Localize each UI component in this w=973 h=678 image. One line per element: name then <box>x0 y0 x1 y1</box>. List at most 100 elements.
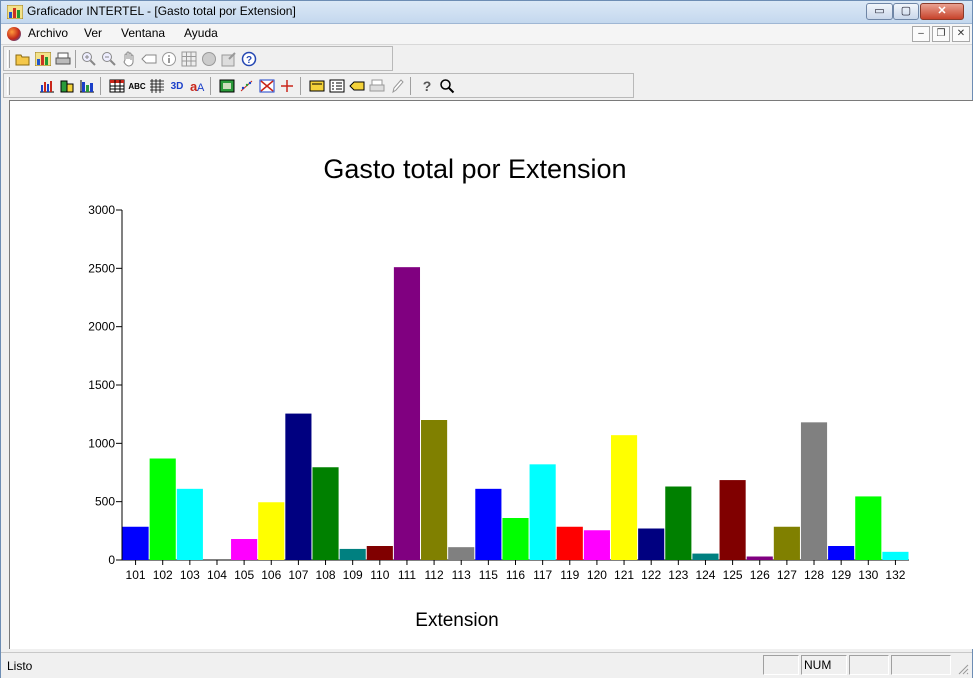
status-panel-scrl <box>849 655 889 675</box>
bar <box>176 488 203 560</box>
font-icon[interactable]: aA <box>188 77 206 95</box>
title-icon[interactable] <box>308 77 326 95</box>
scatter-icon[interactable] <box>238 77 256 95</box>
title-bar[interactable]: Graficador INTERTEL - [Gasto total por E… <box>1 1 972 24</box>
x-tick-label: 115 <box>479 568 498 582</box>
view-3d-icon[interactable]: 3D <box>168 77 186 95</box>
properties-icon[interactable] <box>220 50 238 68</box>
text-abc-icon[interactable]: ABC <box>128 77 146 95</box>
close-icon: ✕ <box>937 5 947 17</box>
bar <box>339 548 366 560</box>
x-tick-label: 121 <box>614 568 634 582</box>
y-tick-label: 3000 <box>88 203 115 217</box>
bar <box>285 413 312 560</box>
x-tick-label: 109 <box>343 568 363 582</box>
y-tick-label: 1500 <box>88 378 115 392</box>
gallery-icon[interactable] <box>34 50 52 68</box>
bar <box>773 526 800 560</box>
toolbar-separator <box>75 50 76 68</box>
color-icon[interactable] <box>200 50 218 68</box>
print-icon[interactable] <box>54 50 72 68</box>
maximize-icon: ▢ <box>900 5 912 17</box>
maximize-button[interactable]: ▢ <box>893 3 919 20</box>
bar <box>122 526 149 560</box>
crosshair-icon[interactable] <box>278 77 296 95</box>
bar-chart: Gasto total por Extension 0 500 1000 1500 200… <box>88 154 909 631</box>
bar <box>800 422 828 560</box>
grid-icon[interactable] <box>180 50 198 68</box>
mdi-close-button[interactable]: ✕ <box>952 26 970 42</box>
chart-area[interactable]: Gasto total por Extension 0 500 1000 1500 200… <box>9 100 973 649</box>
zoom-area-icon[interactable] <box>258 77 276 95</box>
y-tick-label: 2000 <box>88 320 115 334</box>
data-grid-icon[interactable] <box>108 77 126 95</box>
question-icon[interactable]: ? <box>418 77 436 95</box>
x-tick-label: 122 <box>641 568 661 582</box>
pan-hand-icon[interactable] <box>120 50 138 68</box>
mdi-restore-button[interactable]: ❐ <box>932 26 950 42</box>
pattern-icon[interactable] <box>218 77 236 95</box>
main-toolbar: ? <box>3 46 393 71</box>
open-icon[interactable] <box>14 50 32 68</box>
help-circle-icon[interactable]: ? <box>240 50 258 68</box>
toolbar-grip[interactable] <box>7 77 10 95</box>
bar <box>393 267 421 560</box>
app-chart-icon <box>7 5 23 19</box>
bar <box>448 547 475 560</box>
bar <box>638 528 665 560</box>
status-text: Listo <box>7 659 33 673</box>
bar <box>475 488 502 560</box>
document-icon[interactable] <box>7 27 21 41</box>
pen-icon[interactable] <box>388 77 406 95</box>
bar <box>149 458 176 560</box>
status-bar: Listo NUM <box>1 652 972 678</box>
toolbar-grip[interactable] <box>7 50 10 68</box>
close-button[interactable]: ✕ <box>920 3 964 20</box>
window-title: Graficador INTERTEL - [Gasto total por E… <box>27 4 296 18</box>
x-tick-label: 110 <box>370 568 389 582</box>
status-panel-caps <box>763 655 799 675</box>
x-tick-label: 119 <box>560 568 579 582</box>
app-window: Graficador INTERTEL - [Gasto total por E… <box>0 0 973 678</box>
menu-ayuda[interactable]: Ayuda <box>184 26 218 40</box>
toolbar-separator <box>410 77 411 95</box>
bar <box>882 551 909 560</box>
menu-bar: Archivo Ver Ventana Ayuda – ❐ ✕ <box>1 24 972 45</box>
legend-icon[interactable] <box>328 77 346 95</box>
bar <box>366 546 393 560</box>
x-tick-label: 132 <box>885 568 905 582</box>
tag-icon[interactable] <box>348 77 366 95</box>
label-icon[interactable] <box>140 50 158 68</box>
zoom-in-icon[interactable] <box>80 50 98 68</box>
minimize-button[interactable]: ▭ <box>866 3 893 20</box>
x-tick-label: 125 <box>723 568 743 582</box>
x-tick-label: 116 <box>506 568 525 582</box>
bar-3d-icon[interactable] <box>58 77 76 95</box>
bar <box>231 539 258 560</box>
x-tick-label: 123 <box>668 568 688 582</box>
printer-icon[interactable] <box>368 77 386 95</box>
magnifier-icon[interactable] <box>438 77 456 95</box>
bar <box>665 486 692 560</box>
gridlines-icon[interactable] <box>148 77 166 95</box>
y-tick-label: 0 <box>108 553 115 567</box>
menu-ver[interactable]: Ver <box>84 26 102 40</box>
resize-grip-icon[interactable] <box>957 663 969 675</box>
x-tick-label: 120 <box>587 568 607 582</box>
menu-ventana[interactable]: Ventana <box>121 26 165 40</box>
bar <box>610 435 638 560</box>
bar <box>502 518 529 560</box>
bar <box>828 546 855 560</box>
menu-archivo[interactable]: Archivo <box>28 26 68 40</box>
x-tick-label: 126 <box>750 568 770 582</box>
mdi-minimize-button[interactable]: – <box>912 26 930 42</box>
info-icon[interactable] <box>160 50 178 68</box>
x-tick-label: 128 <box>804 568 824 582</box>
bar <box>583 530 610 560</box>
x-tick-label: 104 <box>207 568 227 582</box>
x-tick-label: 107 <box>288 568 308 582</box>
x-tick-label: 117 <box>533 568 552 582</box>
zoom-out-icon[interactable] <box>100 50 118 68</box>
bar-chart-icon[interactable] <box>38 77 56 95</box>
bar-horizontal-icon[interactable] <box>78 77 96 95</box>
